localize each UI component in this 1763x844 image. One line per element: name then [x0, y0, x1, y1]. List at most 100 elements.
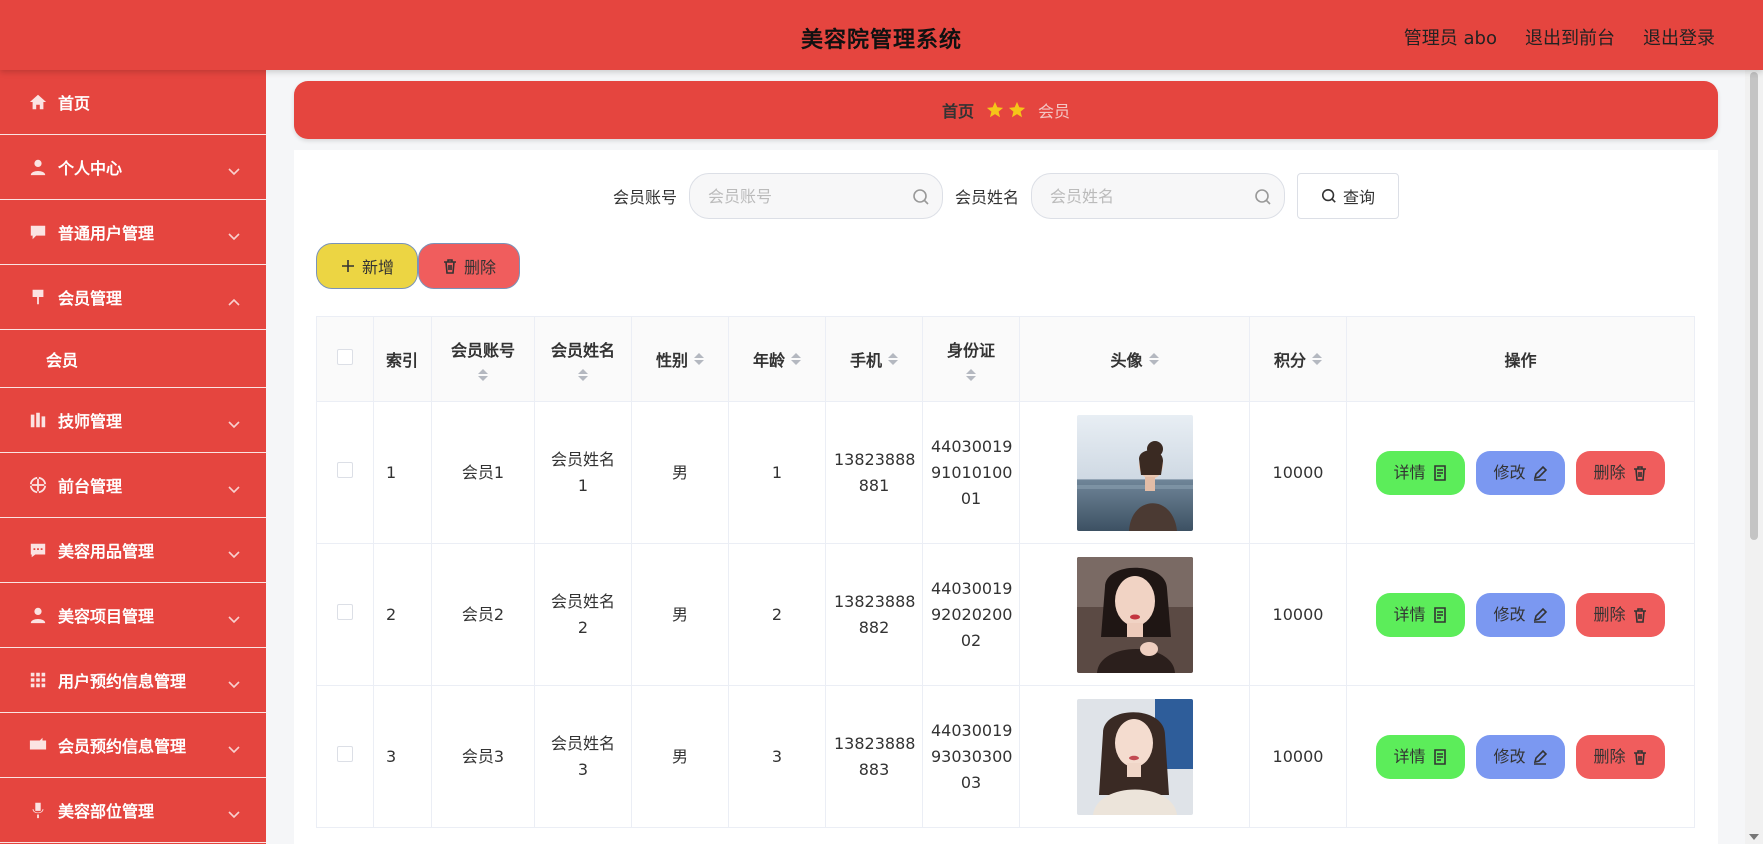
- avatar-image: [1076, 556, 1193, 673]
- sidebar-item-beauty-products[interactable]: 美容用品管理: [0, 518, 266, 583]
- name-line: 1: [577, 475, 589, 495]
- sidebar-item-personal-center[interactable]: 个人中心: [0, 135, 266, 200]
- points-cell: 10000: [1249, 685, 1347, 828]
- name-search-input[interactable]: [1032, 174, 1285, 218]
- name-cell: 会员姓名 3: [534, 685, 632, 828]
- row-checkbox[interactable]: [337, 603, 353, 620]
- points-cell: 10000: [1249, 401, 1347, 544]
- column-header-sortable[interactable]: 性别: [631, 316, 729, 402]
- mic-icon: [28, 800, 48, 820]
- edit-button[interactable]: 修改: [1476, 450, 1565, 495]
- column-header-sortable[interactable]: 会员账号: [431, 316, 535, 402]
- page-scrollbar[interactable]: [1745, 70, 1763, 844]
- sidebar-item-member-management[interactable]: 会员管理: [0, 265, 266, 330]
- batch-delete-button[interactable]: 删除: [418, 243, 520, 289]
- sidebar-item-beauty-areas[interactable]: 美容部位管理: [0, 778, 266, 843]
- detail-button[interactable]: 详情: [1376, 592, 1465, 637]
- pencil-icon: [1533, 749, 1547, 765]
- row-select-cell: [316, 401, 374, 544]
- account-cell: 会员2: [431, 543, 535, 686]
- row-delete-button[interactable]: 删除: [1576, 592, 1665, 637]
- column-header-label: 积分: [1273, 351, 1306, 370]
- add-button[interactable]: 新增: [316, 243, 418, 289]
- sidebar-item-technician-management[interactable]: 技师管理: [0, 388, 266, 453]
- sort-icon[interactable]: [966, 369, 976, 381]
- sidebar-item-user-management[interactable]: 普通用户管理: [0, 200, 266, 265]
- edit-button-label: 修改: [1493, 462, 1526, 482]
- sort-icon[interactable]: [888, 353, 898, 365]
- sidebar-item-label: 前台管理: [58, 477, 123, 496]
- name-line: 3: [577, 759, 589, 779]
- star-icon: [986, 101, 1004, 118]
- column-header-sortable[interactable]: 会员姓名: [534, 316, 632, 402]
- sort-icon[interactable]: [478, 369, 488, 381]
- admin-user-link[interactable]: 管理员 abo: [1404, 24, 1497, 50]
- sort-icon[interactable]: [1148, 353, 1159, 365]
- name-search-field: [1031, 173, 1286, 219]
- column-header-sortable[interactable]: 积分: [1249, 316, 1347, 402]
- chevron-down-icon: [228, 804, 240, 819]
- chevron-down-icon: [228, 609, 240, 624]
- sidebar: 首页 个人中心 普通用户管理 会员管理 会员 技师管理 前台管理 美容用品管理 …: [0, 70, 266, 844]
- building-icon: [28, 410, 48, 430]
- sort-icon[interactable]: [578, 369, 588, 381]
- sidebar-subitem-label: 会员: [46, 350, 79, 370]
- row-select-cell: [316, 685, 374, 828]
- phone-line: 13823888: [834, 733, 916, 753]
- row-checkbox[interactable]: [337, 461, 353, 478]
- select-all-cell: [316, 316, 374, 402]
- sidebar-item-beauty-projects[interactable]: 美容项目管理: [0, 583, 266, 648]
- exit-to-front-link[interactable]: 退出到前台: [1525, 24, 1615, 50]
- sidebar-item-label: 个人中心: [58, 159, 123, 178]
- id-card-cell: 44030019 93030300 03: [922, 685, 1020, 828]
- id-card-cell: 44030019 91010100 01: [922, 401, 1020, 544]
- detail-button[interactable]: 详情: [1376, 450, 1465, 495]
- column-header-label: 手机: [849, 351, 882, 370]
- row-select-cell: [316, 543, 374, 686]
- account-search-input[interactable]: [690, 174, 942, 218]
- row-delete-button[interactable]: 删除: [1576, 450, 1665, 495]
- account-search-field: [689, 173, 943, 219]
- table-row: 2 会员2 会员姓名 2 男 2 13823888 882 44030019 9202…: [316, 543, 1695, 686]
- select-all-checkbox[interactable]: [337, 349, 353, 365]
- detail-button-label: 详情: [1393, 746, 1426, 766]
- breadcrumb-home[interactable]: 首页: [942, 98, 974, 122]
- search-icon: [1321, 188, 1336, 203]
- edit-button[interactable]: 修改: [1476, 734, 1565, 779]
- sidebar-item-label: 首页: [58, 94, 91, 113]
- column-header-sortable[interactable]: 手机: [825, 316, 923, 402]
- row-delete-button[interactable]: 删除: [1576, 734, 1665, 779]
- edit-button[interactable]: 修改: [1476, 592, 1565, 637]
- sidebar-subitem-member[interactable]: 会员: [0, 330, 266, 388]
- grid-icon: [28, 670, 48, 690]
- sort-icon[interactable]: [791, 353, 801, 365]
- column-header-sortable[interactable]: 头像: [1019, 316, 1250, 402]
- breadcrumb-separator: [986, 101, 1026, 119]
- detail-button[interactable]: 详情: [1376, 734, 1465, 779]
- scroll-down-arrow-icon[interactable]: [1749, 834, 1759, 840]
- column-header-sortable[interactable]: 年龄: [728, 316, 826, 402]
- query-button-label: 查询: [1343, 188, 1376, 207]
- scrollbar-thumb[interactable]: [1750, 72, 1758, 540]
- sidebar-item-user-appointments[interactable]: 用户预约信息管理: [0, 648, 266, 713]
- sort-icon[interactable]: [694, 353, 704, 365]
- row-checkbox[interactable]: [337, 745, 353, 762]
- column-header-sortable[interactable]: 身份证: [922, 316, 1020, 402]
- column-header-label: 会员账号: [450, 341, 515, 360]
- sidebar-item-home[interactable]: 首页: [0, 70, 266, 135]
- name-line: 2: [577, 617, 589, 637]
- sidebar-item-member-appointments[interactable]: 会员预约信息管理: [0, 713, 266, 778]
- logout-link[interactable]: 退出登录: [1643, 24, 1715, 50]
- sidebar-item-front-desk-management[interactable]: 前台管理: [0, 453, 266, 518]
- trash-icon: [1633, 607, 1646, 623]
- query-button[interactable]: 查询: [1297, 173, 1400, 219]
- phone-cell: 13823888 881: [825, 401, 923, 544]
- avatar-cell: [1019, 401, 1250, 544]
- sort-icon[interactable]: [1312, 353, 1322, 365]
- id-line: 01: [960, 488, 982, 508]
- phone-line: 13823888: [834, 591, 916, 611]
- account-cell: 会员1: [431, 401, 535, 544]
- globe-icon: [28, 475, 48, 495]
- phone-line: 883: [858, 759, 890, 779]
- sidebar-item-label: 用户预约信息管理: [58, 672, 187, 691]
